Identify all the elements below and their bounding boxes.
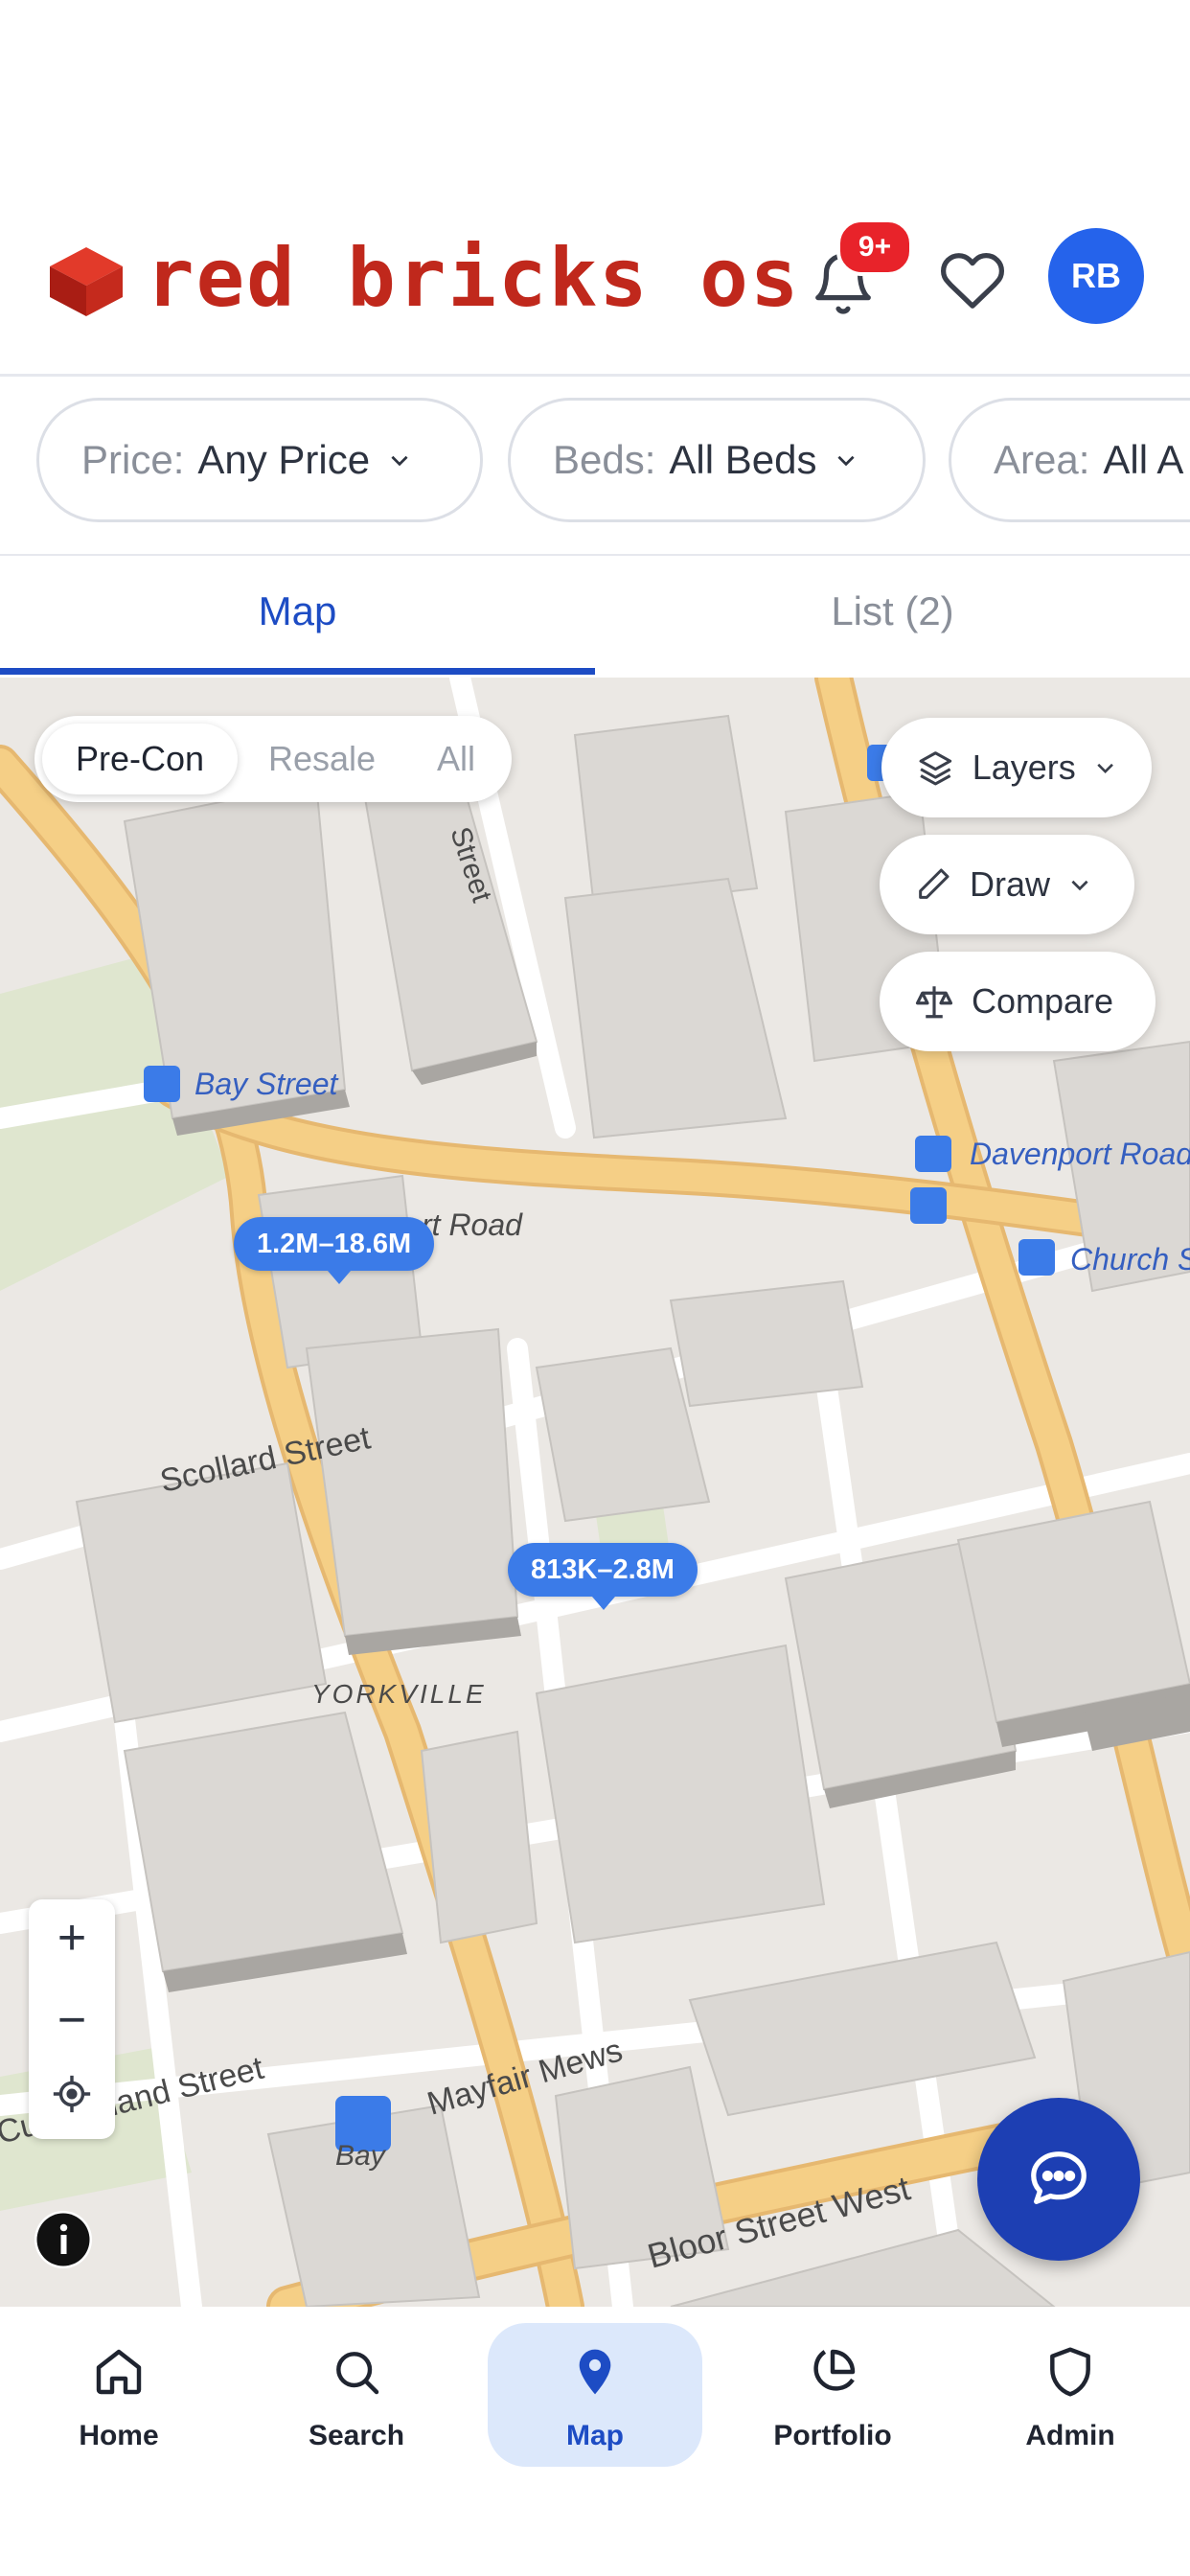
listing-type-toggle: Pre-Con Resale All: [34, 716, 512, 802]
nav-map-label: Map: [566, 2420, 624, 2451]
road-partial-label: rt Road: [422, 1208, 523, 1242]
area-filter-chip[interactable]: Area: All A: [949, 398, 1190, 522]
price-pin[interactable]: 1.2M–18.6M: [234, 1217, 435, 1271]
beds-filter-value: All Beds: [669, 437, 817, 482]
area-filter-value: All A: [1103, 437, 1184, 482]
pie-chart-icon: [813, 2349, 856, 2391]
zoom-in-button[interactable]: +: [29, 1899, 115, 1976]
notification-badge: 9+: [836, 218, 913, 276]
info-icon[interactable]: [34, 2211, 92, 2268]
layers-icon: [919, 751, 952, 786]
nav-home[interactable]: Home: [13, 2307, 224, 2451]
shield-icon: [1050, 2347, 1090, 2397]
brand-name[interactable]: red bricks os: [146, 230, 800, 326]
tab-map[interactable]: Map: [0, 556, 595, 676]
toggle-pre-con[interactable]: Pre-Con: [42, 724, 238, 794]
chevron-down-icon: [391, 455, 408, 467]
beds-filter-chip[interactable]: Beds: All Beds: [508, 398, 926, 522]
chat-button[interactable]: [977, 2098, 1140, 2261]
toggle-all[interactable]: All: [408, 724, 504, 794]
chevron-down-icon: [837, 455, 856, 467]
chat-bubble-icon: [1031, 2151, 1087, 2204]
layers-button[interactable]: Layers: [881, 718, 1152, 817]
view-tabs: Map List (2): [0, 556, 1190, 676]
zoom-controls: + −: [29, 1899, 115, 2139]
compare-label: Compare: [972, 981, 1114, 1021]
nav-search[interactable]: Search: [251, 2307, 462, 2451]
price-pin[interactable]: 813K–2.8M: [508, 1543, 698, 1597]
nav-portfolio[interactable]: Portfolio: [727, 2307, 938, 2451]
bottom-navigation: Home Search Map Portfolio Admin: [0, 2307, 1190, 2576]
price-filter-label: Price:: [81, 437, 185, 482]
user-avatar[interactable]: RB: [1048, 228, 1144, 324]
map-view[interactable]: Bay Street Davenport Road Church S rt Ro…: [0, 678, 1190, 2307]
compare-button[interactable]: Compare: [880, 952, 1156, 1051]
zoom-out-button[interactable]: −: [29, 1982, 115, 2058]
pencil-icon: [919, 868, 950, 899]
toggle-resale[interactable]: Resale: [245, 724, 399, 794]
bay-station-label: Bay: [335, 2140, 387, 2172]
nav-portfolio-label: Portfolio: [773, 2420, 892, 2451]
davenport-label: Davenport Road: [970, 1137, 1190, 1171]
nav-search-label: Search: [308, 2420, 405, 2451]
beds-filter-label: Beds:: [553, 437, 656, 482]
nav-admin-label: Admin: [1025, 2420, 1115, 2451]
app-header: red bricks os 9+ RB: [0, 192, 1190, 377]
price-filter-value: Any Price: [197, 437, 371, 482]
price-filter-chip[interactable]: Price: Any Price: [36, 398, 483, 522]
home-icon: [96, 2349, 142, 2395]
nav-home-label: Home: [79, 2420, 159, 2451]
layers-label: Layers: [972, 748, 1076, 787]
scale-icon: [915, 986, 953, 1019]
draw-button[interactable]: Draw: [880, 835, 1134, 934]
nav-admin[interactable]: Admin: [965, 2307, 1176, 2451]
search-icon: [336, 2352, 379, 2395]
area-filter-label: Area:: [994, 437, 1090, 482]
chevron-down-icon: [1097, 763, 1113, 774]
logo-brick-icon: [50, 247, 123, 316]
chevron-down-icon: [1071, 880, 1088, 891]
church-label: Church S: [1070, 1242, 1190, 1276]
filter-bar: Price: Any Price Beds: All Beds Area: Al…: [0, 377, 1190, 557]
locate-me-icon[interactable]: [50, 2072, 94, 2116]
price-pin-tail: [328, 1271, 351, 1284]
favorites-heart-icon[interactable]: [939, 247, 1006, 314]
price-pin-tail: [592, 1597, 615, 1610]
nav-map[interactable]: Map: [490, 2307, 700, 2451]
bay-street-label: Bay Street: [195, 1067, 339, 1101]
tab-list[interactable]: List (2): [595, 556, 1190, 676]
yorkville-label: YORKVILLE: [311, 1679, 487, 1709]
map-pin-icon: [579, 2349, 611, 2395]
draw-label: Draw: [970, 864, 1051, 904]
active-tab-indicator: [0, 668, 595, 675]
